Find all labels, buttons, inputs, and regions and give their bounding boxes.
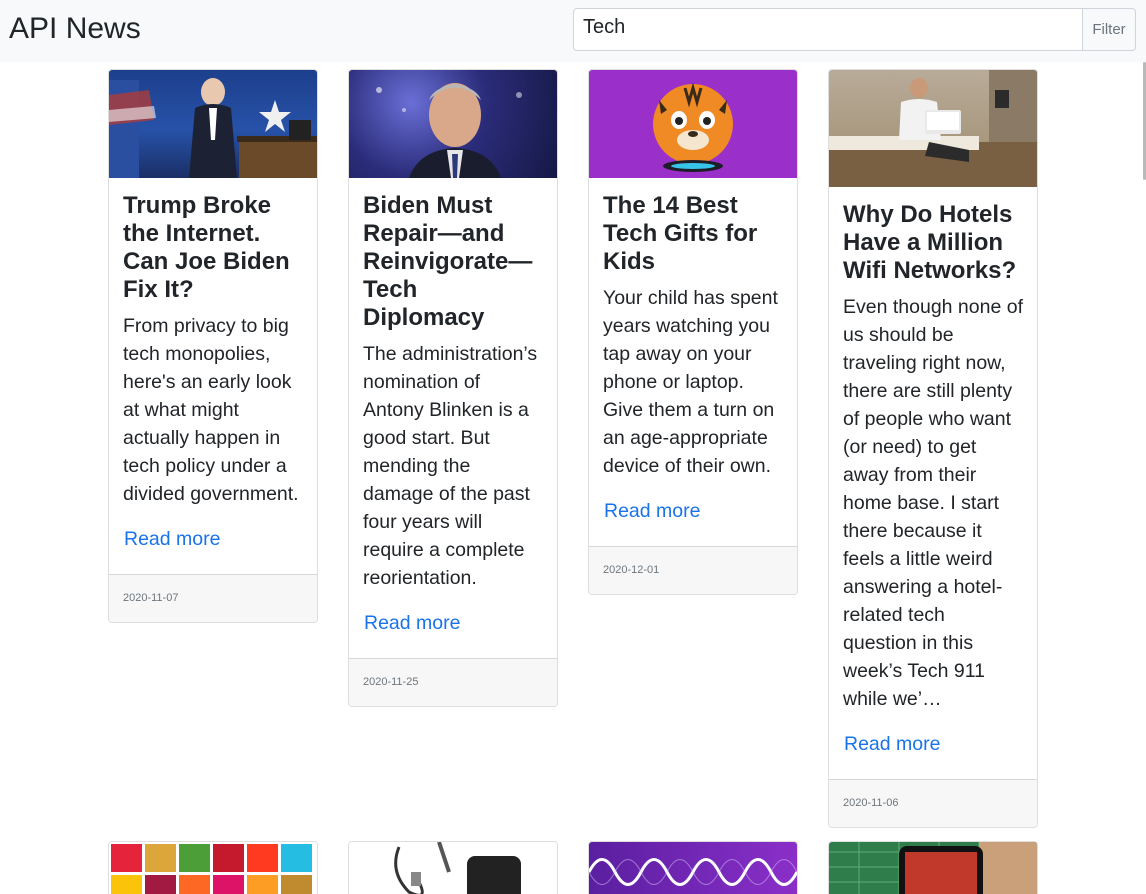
article-description: Even though none of us should be traveli…	[843, 296, 1023, 710]
read-more-link[interactable]: Read more	[604, 497, 783, 525]
article-card: The 14 Best Tech Gifts for Kids Your chi…	[588, 69, 798, 595]
man-laptop-hotel-bed-photo[interactable]	[829, 70, 1037, 187]
article-description: From privacy to big tech monopolies, her…	[123, 315, 299, 505]
article-card: Why Do Hotels Have a Million Wifi Networ…	[828, 69, 1038, 828]
filter-button[interactable]: Filter	[1083, 8, 1136, 51]
navbar: API News Filter	[0, 0, 1146, 62]
article-title: The 14 Best Tech Gifts for Kids	[603, 192, 758, 275]
sdg-goals-grid-image[interactable]	[109, 842, 317, 894]
article-title: Biden Must Repair—and Reinvigorate—Tech …	[363, 192, 533, 331]
sine-wave-illustration[interactable]	[589, 842, 797, 894]
read-more-link[interactable]: Read more	[364, 609, 543, 637]
biden-podium-photo[interactable]	[109, 70, 317, 178]
read-more-link[interactable]: Read more	[844, 730, 1023, 758]
cables-gadget-photo[interactable]	[349, 842, 557, 894]
blinken-portrait-photo[interactable]	[349, 70, 557, 178]
article-date: 2020-11-06	[829, 779, 1037, 827]
article-date: 2020-12-01	[589, 546, 797, 594]
article-card	[828, 841, 1038, 894]
article-date: 2020-11-25	[349, 658, 557, 706]
article-description: Your child has spent years watching you …	[603, 287, 778, 477]
article-date: 2020-11-07	[109, 574, 317, 622]
article-card: Biden Must Repair—and Reinvigorate—Tech …	[348, 69, 558, 707]
article-title: Why Do Hotels Have a Million Wifi Networ…	[843, 201, 1017, 284]
tiger-smart-speaker-photo[interactable]	[589, 70, 797, 178]
article-card	[348, 841, 558, 894]
app-title[interactable]: API News	[9, 11, 141, 47]
smartphone-desk-photo[interactable]	[829, 842, 1037, 894]
article-title: Trump Broke the Internet. Can Joe Biden …	[123, 192, 290, 303]
search-input[interactable]	[573, 8, 1083, 51]
read-more-link[interactable]: Read more	[124, 525, 303, 553]
article-card	[108, 841, 318, 894]
article-card: Trump Broke the Internet. Can Joe Biden …	[108, 69, 318, 623]
article-card	[588, 841, 798, 894]
article-description: The administration’s nomination of Anton…	[363, 343, 538, 589]
